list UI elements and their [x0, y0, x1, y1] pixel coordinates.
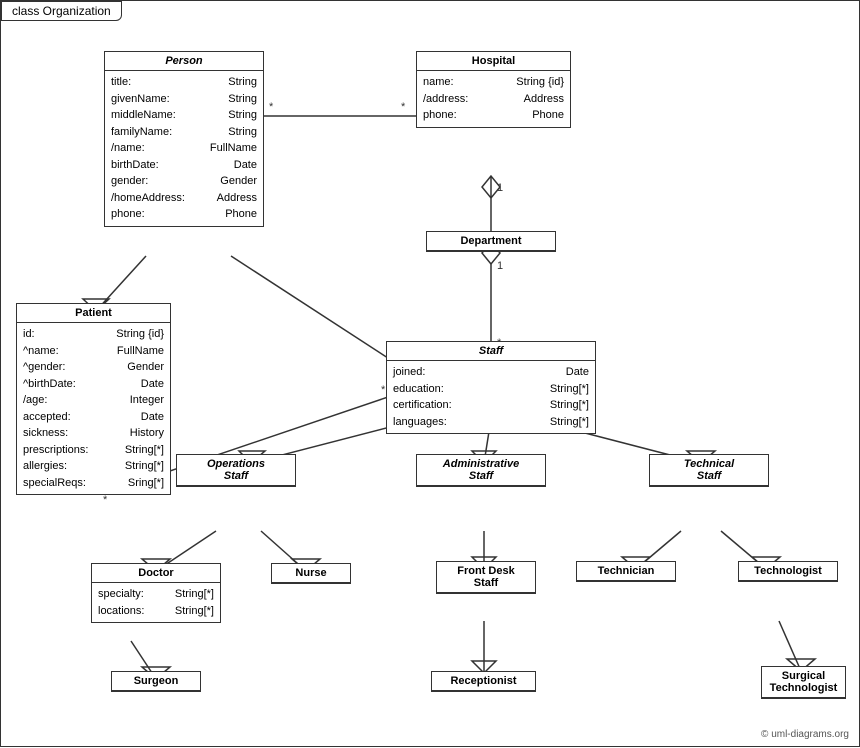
staff-attrs: joined:Date education:String[*] certific…	[387, 361, 595, 433]
copyright: © uml-diagrams.org	[761, 729, 849, 740]
receptionist-class-name: Receptionist	[432, 672, 535, 691]
person-attrs: title:String givenName:String middleName…	[105, 71, 263, 226]
diagram-container: class Organization	[0, 0, 860, 747]
person-class: Person title:String givenName:String mid…	[104, 51, 264, 227]
svg-text:1: 1	[497, 260, 503, 272]
administrative-staff-class: AdministrativeStaff	[416, 454, 546, 487]
department-class: Department	[426, 231, 556, 252]
person-class-name: Person	[105, 52, 263, 71]
surgical-technologist-name: SurgicalTechnologist	[762, 667, 845, 698]
technologist-class: Technologist	[738, 561, 838, 582]
operations-staff-name: OperationsStaff	[177, 455, 295, 486]
staff-class-name: Staff	[387, 342, 595, 361]
patient-class: Patient id:String {id} ^name:FullName ^g…	[16, 303, 171, 495]
diagram-title: class Organization	[1, 1, 122, 21]
svg-text:1: 1	[497, 182, 503, 194]
operations-staff-class: OperationsStaff	[176, 454, 296, 487]
nurse-class-name: Nurse	[272, 564, 350, 583]
nurse-class: Nurse	[271, 563, 351, 584]
hospital-class-name: Hospital	[417, 52, 570, 71]
surgeon-class-name: Surgeon	[112, 672, 200, 691]
technologist-class-name: Technologist	[739, 562, 837, 581]
department-class-name: Department	[427, 232, 555, 251]
technician-class-name: Technician	[577, 562, 675, 581]
hospital-class: Hospital name:String {id} /address:Addre…	[416, 51, 571, 128]
doctor-class: Doctor specialty:String[*] locations:Str…	[91, 563, 221, 623]
surgeon-class: Surgeon	[111, 671, 201, 692]
hospital-attrs: name:String {id} /address:Address phone:…	[417, 71, 570, 127]
svg-text:*: *	[269, 101, 274, 113]
administrative-staff-name: AdministrativeStaff	[417, 455, 545, 486]
front-desk-staff-class: Front DeskStaff	[436, 561, 536, 594]
patient-class-name: Patient	[17, 304, 170, 323]
doctor-attrs: specialty:String[*] locations:String[*]	[92, 583, 220, 622]
svg-text:*: *	[103, 494, 108, 506]
surgical-technologist-class: SurgicalTechnologist	[761, 666, 846, 699]
technician-class: Technician	[576, 561, 676, 582]
technical-staff-class: TechnicalStaff	[649, 454, 769, 487]
technical-staff-name: TechnicalStaff	[650, 455, 768, 486]
receptionist-class: Receptionist	[431, 671, 536, 692]
svg-text:*: *	[401, 101, 406, 113]
front-desk-staff-name: Front DeskStaff	[437, 562, 535, 593]
staff-class: Staff joined:Date education:String[*] ce…	[386, 341, 596, 434]
patient-attrs: id:String {id} ^name:FullName ^gender:Ge…	[17, 323, 170, 494]
doctor-class-name: Doctor	[92, 564, 220, 583]
